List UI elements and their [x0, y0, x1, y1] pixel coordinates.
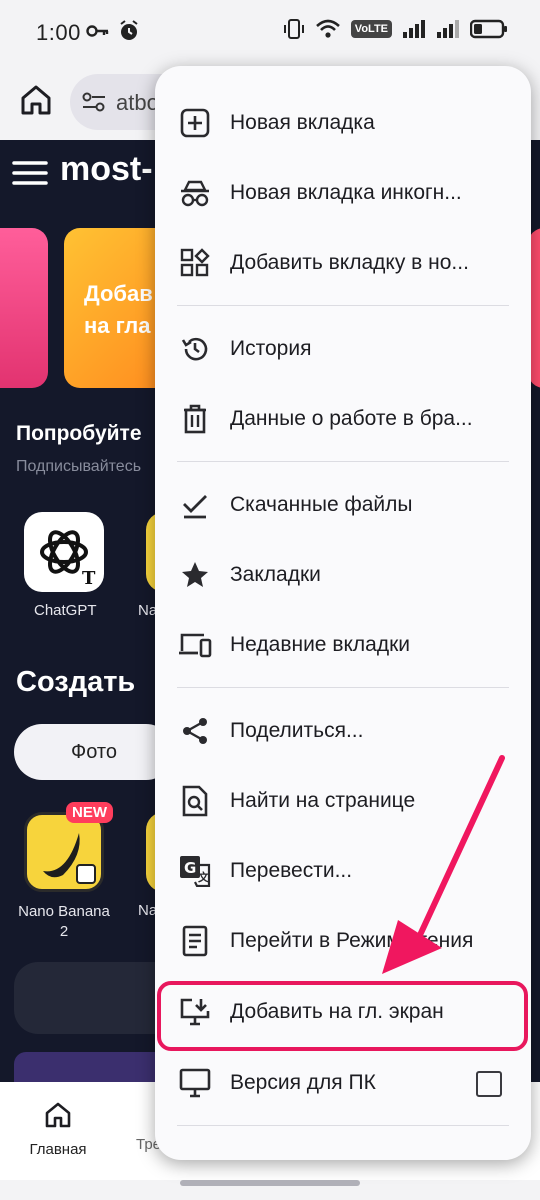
section-subtitle: Подписывайтесь	[16, 458, 142, 475]
nav-home-label: Главная	[29, 1141, 87, 1158]
menu-item-incognito[interactable]: Новая вкладка инкогн...	[155, 161, 531, 225]
volte-badge: VoLTE	[350, 20, 392, 38]
trash-icon	[184, 404, 206, 434]
svg-text:文: 文	[198, 870, 210, 884]
highlight-frame	[157, 981, 528, 1051]
devices-icon	[179, 633, 212, 658]
desktop-icon	[179, 1068, 211, 1098]
url-text: atbo	[116, 90, 159, 115]
app-label: Nano Banana 2	[18, 903, 110, 940]
menu-item-bookmarks[interactable]: Закладки	[155, 543, 531, 607]
openai-logo-icon: T	[40, 530, 96, 589]
add-to-group-icon	[180, 248, 210, 277]
star-icon	[182, 562, 208, 587]
new-badge: NEW	[66, 802, 113, 823]
signal-icon	[403, 20, 425, 38]
menu-divider	[177, 461, 509, 462]
downloads-icon	[183, 495, 207, 519]
site-brand[interactable]: most-	[60, 150, 153, 189]
chatgpt-app-icon[interactable]: T	[24, 512, 104, 592]
photo-chip[interactable]: Фото	[14, 724, 174, 780]
menu-divider	[177, 687, 509, 688]
home-icon[interactable]	[18, 82, 54, 118]
menu-item-downloads[interactable]: Скачанные файлы	[155, 473, 531, 537]
home-nav-icon	[45, 1102, 71, 1128]
translate-icon: G文	[180, 856, 211, 887]
menu-label: Версия для ПК	[230, 1071, 376, 1094]
incognito-icon	[181, 180, 209, 207]
menu-label: Данные о работе в бра...	[230, 407, 473, 430]
add-tab-icon	[180, 108, 210, 138]
menu-divider	[177, 305, 509, 306]
status-left-icons	[86, 20, 140, 42]
menu-divider	[177, 1125, 509, 1126]
wifi-icon	[315, 19, 340, 38]
menu-item-add-tab-to-group[interactable]: Добавить вкладку в но...	[155, 231, 531, 295]
signal-icon-2	[437, 20, 459, 38]
history-icon	[181, 337, 208, 361]
svg-text:T: T	[82, 568, 96, 589]
find-in-page-icon	[182, 785, 208, 817]
nav-home[interactable]: Главная	[26, 1100, 90, 1158]
banana-icon	[43, 833, 96, 884]
battery-icon	[470, 19, 507, 39]
section-title: Попробуйте	[16, 422, 142, 445]
promo-banner-pink[interactable]	[0, 228, 48, 388]
menu-item-history[interactable]: История	[155, 317, 531, 381]
menu-label: Скачанные файлы	[230, 493, 413, 516]
app-label: ChatGPT	[34, 602, 97, 619]
hamburger-menu-icon[interactable]	[12, 158, 48, 188]
menu-label: Поделиться...	[230, 719, 364, 742]
reader-mode-icon	[182, 925, 208, 957]
alarm-icon	[120, 20, 138, 40]
menu-item-new-tab[interactable]: Новая вкладка	[155, 91, 531, 155]
nano-banana-app-icon[interactable]	[24, 812, 104, 892]
status-bar: 1:00 VoLTE	[0, 0, 540, 66]
pointer-arrow-icon	[382, 755, 505, 974]
menu-label: Добавить вкладку в но...	[230, 251, 469, 274]
status-right-icons: VoLTE	[283, 18, 508, 40]
menu-label: Новая вкладка	[230, 111, 375, 134]
menu-label: История	[230, 337, 312, 360]
status-time: 1:00	[36, 20, 81, 45]
menu-item-desktop-site[interactable]: Версия для ПК	[155, 1051, 531, 1115]
menu-label: Недавние вкладки	[230, 633, 410, 656]
vibrate-icon	[283, 19, 304, 39]
key-icon	[86, 25, 109, 37]
svg-text:G: G	[184, 859, 196, 877]
site-settings-icon[interactable]	[82, 92, 106, 112]
share-icon	[183, 718, 207, 744]
menu-item-recent-tabs[interactable]: Недавние вкладки	[155, 613, 531, 677]
desktop-site-checkbox[interactable]	[476, 1071, 502, 1097]
menu-label: Закладки	[230, 563, 321, 586]
menu-label: Новая вкладка инкогн...	[230, 181, 462, 204]
home-indicator[interactable]	[180, 1180, 360, 1186]
create-title: Создать	[16, 666, 136, 698]
menu-item-clear-data[interactable]: Данные о работе в бра...	[155, 387, 531, 451]
